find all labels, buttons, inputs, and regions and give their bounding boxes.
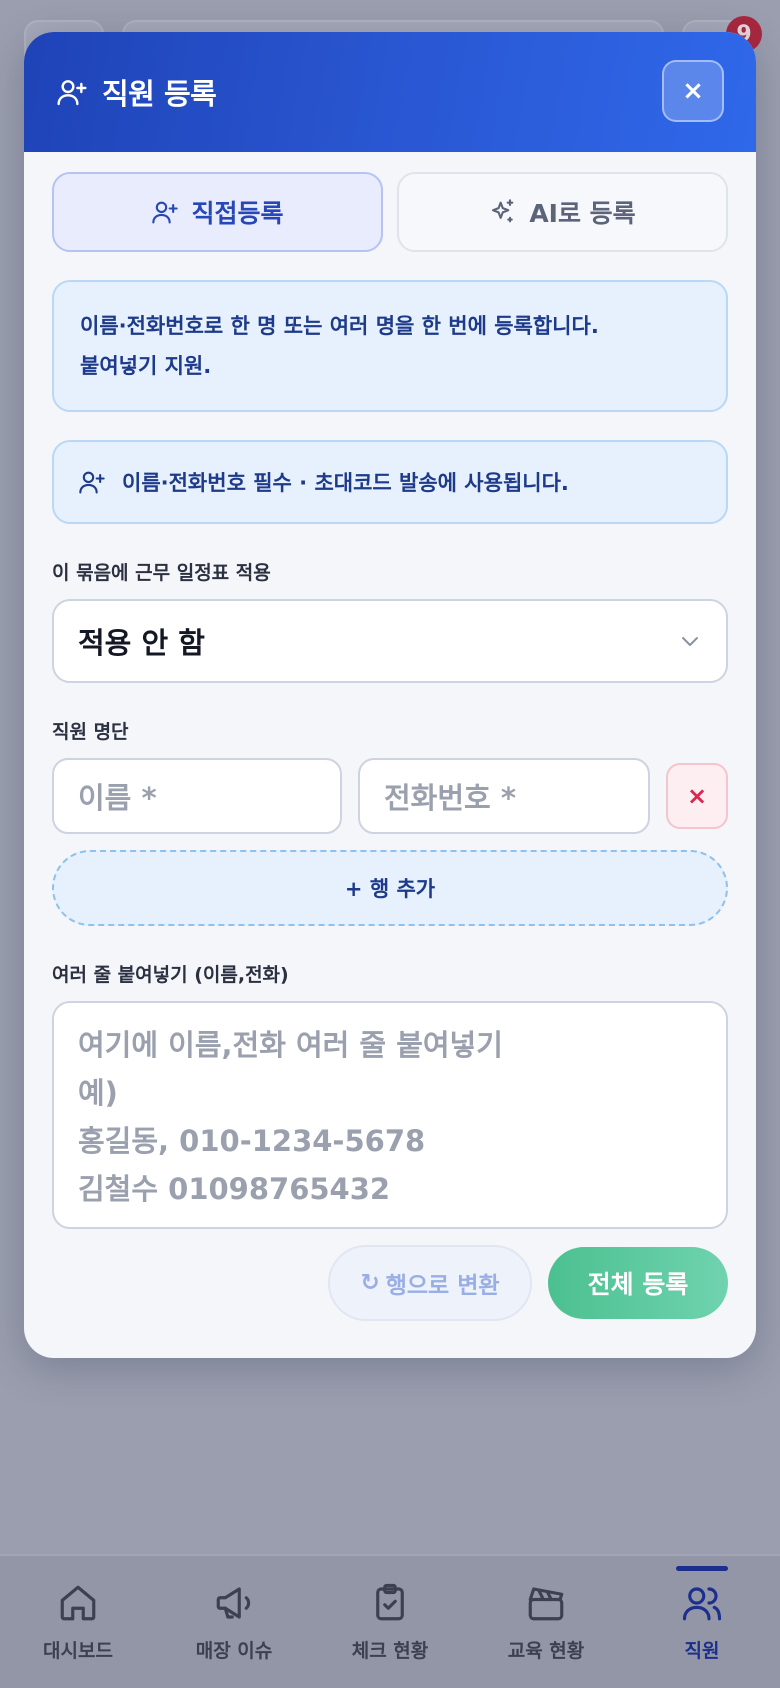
close-button[interactable]: × bbox=[662, 60, 724, 122]
tab-ai-register[interactable]: AI로 등록 bbox=[397, 172, 728, 252]
name-input[interactable]: 이름 * bbox=[52, 758, 342, 834]
info-text-line1: 이름·전화번호로 한 명 또는 여러 명을 한 번에 등록합니다. bbox=[80, 314, 599, 338]
nav-item-dashboard[interactable]: 대시보드 bbox=[0, 1556, 156, 1688]
info-box: 이름·전화번호로 한 명 또는 여러 명을 한 번에 등록합니다. 붙여넣기 지… bbox=[52, 280, 728, 412]
close-icon: × bbox=[682, 76, 704, 106]
refresh-icon: ↻ bbox=[360, 1270, 380, 1296]
modal-header: 직원 등록 × bbox=[24, 32, 756, 152]
bottom-nav: 대시보드 매장 이슈 체크 현황 교육 현황 직원 bbox=[0, 1554, 780, 1688]
clipboard-check-icon bbox=[376, 1583, 404, 1621]
clapperboard-icon bbox=[528, 1587, 564, 1621]
paste-label: 여러 줄 붙여넣기 (이름,전화) bbox=[52, 964, 289, 986]
nav-item-store-issues[interactable]: 매장 이슈 bbox=[156, 1556, 312, 1688]
schedule-select[interactable]: 적용 안 함 bbox=[52, 599, 728, 683]
modal-title: 직원 등록 bbox=[102, 77, 217, 111]
roster-row: 이름 * 전화번호 * × bbox=[52, 758, 728, 834]
submit-all-button[interactable]: 전체 등록 bbox=[548, 1247, 728, 1319]
tab-label: AI로 등록 bbox=[529, 199, 636, 228]
user-plus-icon bbox=[79, 471, 105, 494]
register-mode-tabs: 직접등록 AI로 등록 bbox=[52, 172, 728, 252]
nav-label: 직원 bbox=[684, 1640, 720, 1662]
chevron-down-icon bbox=[682, 637, 698, 646]
megaphone-icon bbox=[216, 1587, 251, 1619]
delete-row-button[interactable]: × bbox=[666, 763, 728, 829]
nav-item-training-status[interactable]: 교육 현황 bbox=[468, 1556, 624, 1688]
nav-label: 교육 현황 bbox=[507, 1640, 585, 1662]
user-plus-icon bbox=[57, 80, 87, 106]
modal-actions: ↻ 행으로 변환 전체 등록 bbox=[52, 1245, 728, 1321]
nav-label: 매장 이슈 bbox=[195, 1640, 273, 1662]
close-icon: × bbox=[686, 782, 708, 810]
users-icon bbox=[682, 1587, 722, 1621]
user-plus-icon bbox=[152, 201, 179, 224]
info-text-line2: 붙여넣기 지원. bbox=[80, 354, 212, 378]
home-icon bbox=[60, 1585, 96, 1621]
convert-label: 행으로 변환 bbox=[385, 1273, 500, 1299]
schedule-selected-value: 적용 안 함 bbox=[78, 626, 205, 660]
active-indicator bbox=[676, 1566, 728, 1571]
phone-input[interactable]: 전화번호 * bbox=[358, 758, 650, 834]
tab-label: 직접등록 bbox=[191, 199, 284, 228]
nav-label: 대시보드 bbox=[43, 1640, 113, 1662]
paste-textarea[interactable]: 여기에 이름,전화 여러 줄 붙여넣기 예) 홍길동, 010-1234-567… bbox=[52, 1001, 728, 1229]
add-row-button[interactable]: + 행 추가 bbox=[52, 850, 728, 926]
register-staff-modal: 직원 등록 × 직접등록 AI로 등록 이름·전화번호로 한 명 또는 여러 명… bbox=[24, 32, 756, 1358]
nav-item-staff[interactable]: 직원 bbox=[624, 1556, 780, 1688]
roster-label: 직원 명단 bbox=[52, 721, 129, 743]
nav-label: 체크 현황 bbox=[351, 1640, 429, 1662]
nav-item-check-status[interactable]: 체크 현황 bbox=[312, 1556, 468, 1688]
notice-text: 이름·전화번호 필수 · 초대코드 발송에 사용됩니다. bbox=[122, 471, 569, 495]
required-notice: 이름·전화번호 필수 · 초대코드 발송에 사용됩니다. bbox=[52, 440, 728, 524]
convert-to-rows-button[interactable]: ↻ 행으로 변환 bbox=[328, 1245, 532, 1321]
sparkle-icon bbox=[492, 199, 514, 223]
schedule-label: 이 묶음에 근무 일정표 적용 bbox=[52, 562, 271, 584]
tab-direct-register[interactable]: 직접등록 bbox=[52, 172, 383, 252]
